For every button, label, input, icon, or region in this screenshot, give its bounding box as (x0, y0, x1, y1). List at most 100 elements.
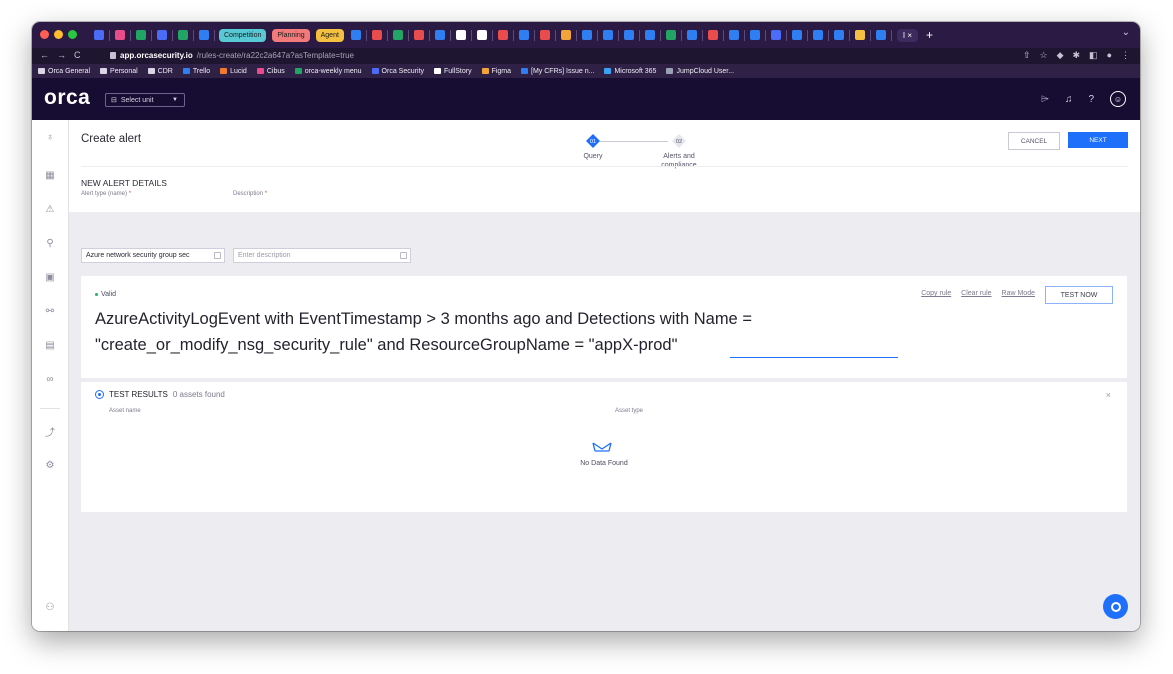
browser-tab[interactable] (347, 26, 365, 44)
active-tab[interactable]: I × (896, 28, 919, 42)
browser-tab[interactable] (174, 26, 192, 44)
extension-icon[interactable]: ◆ (1057, 50, 1064, 61)
browser-tab[interactable] (132, 26, 150, 44)
query-status-text: Valid (101, 291, 117, 298)
user-avatar[interactable]: ☺ (1110, 91, 1126, 107)
browser-tab[interactable] (431, 26, 449, 44)
minimize-window-button[interactable] (54, 30, 63, 39)
bookmark-item[interactable]: [My CFRs] Issue n... (521, 68, 594, 75)
bookmark-item[interactable]: Orca General (38, 68, 90, 75)
settings-gear-icon[interactable]: ⚙ (43, 458, 57, 472)
tab-group-pill[interactable]: Agent (315, 28, 344, 42)
bookmark-star-icon[interactable]: ☆ (1040, 50, 1048, 61)
browser-tab[interactable] (767, 26, 785, 44)
bell-icon[interactable]: ♫ (1065, 94, 1073, 105)
bookmark-item[interactable]: CDR (147, 68, 173, 75)
bookmark-item[interactable]: Cibus (256, 68, 285, 75)
users-icon[interactable]: ⚇ (43, 600, 57, 614)
browser-tab[interactable] (515, 26, 533, 44)
tab-search-icon[interactable]: ⌄ (1122, 27, 1130, 38)
sidepanel-icon[interactable]: ◧ (1089, 50, 1098, 61)
maximize-window-button[interactable] (68, 30, 77, 39)
browser-tab[interactable] (494, 26, 512, 44)
inventory-icon[interactable]: ▣ (43, 270, 57, 284)
raw-mode-link[interactable]: Raw Mode (1002, 290, 1035, 297)
browser-tab[interactable] (872, 26, 890, 44)
tab-separator (151, 29, 152, 41)
clipboard-icon[interactable]: ▤ (43, 338, 57, 352)
browser-tab[interactable] (788, 26, 806, 44)
step-alerts-compliance[interactable]: 02 Alerts and compliance (653, 134, 705, 170)
menu-icon[interactable]: ⋮ (1121, 50, 1130, 61)
bookmark-item[interactable]: FullStory (433, 68, 472, 75)
reload-icon[interactable]: C (74, 50, 81, 60)
search-icon[interactable]: ⚲ (43, 236, 57, 250)
step-query[interactable]: 01 Query (580, 134, 606, 161)
browser-tab[interactable] (368, 26, 386, 44)
close-window-button[interactable] (40, 30, 49, 39)
browser-tab[interactable] (578, 26, 596, 44)
alert-type-input[interactable]: Azure network security group sec (81, 248, 225, 263)
forward-icon[interactable]: → (57, 50, 66, 60)
description-input[interactable]: Enter description (233, 248, 411, 263)
tab-group-pill[interactable]: Competition (219, 28, 267, 42)
tab-favicon-icon (791, 30, 802, 40)
browser-tab[interactable] (452, 26, 470, 44)
help-icon[interactable]: ? (1088, 94, 1094, 105)
share-icon[interactable]: ⇧ (1023, 50, 1031, 61)
browser-tab[interactable] (153, 26, 171, 44)
bookmark-item[interactable]: Lucid (220, 68, 247, 75)
bookmark-item[interactable]: Personal (100, 68, 138, 75)
bookmark-item[interactable]: Microsoft 365 (604, 68, 656, 75)
browser-tab[interactable] (746, 26, 764, 44)
browser-tab[interactable] (557, 26, 575, 44)
query-input[interactable]: AzureActivityLogEvent with EventTimestam… (95, 306, 955, 358)
link-icon[interactable]: ∞ (43, 372, 57, 386)
megaphone-icon[interactable]: ⌲ (1041, 94, 1049, 105)
bookmark-item[interactable]: orca-weekly menu (294, 68, 362, 75)
browser-tab[interactable] (536, 26, 554, 44)
browser-tab[interactable] (389, 26, 407, 44)
browser-tab[interactable] (410, 26, 428, 44)
browser-tab[interactable] (90, 26, 108, 44)
tab-group-pill[interactable]: Planning (272, 28, 310, 42)
browser-tab[interactable] (809, 26, 827, 44)
shield-home-icon[interactable]: ♁ (43, 130, 57, 144)
bookmark-item[interactable]: JumpCloud User... (666, 68, 734, 75)
test-now-button[interactable]: TEST NOW (1045, 286, 1113, 304)
browser-tab[interactable] (662, 26, 680, 44)
bookmark-item[interactable]: Orca Security (371, 68, 424, 75)
bookmark-item[interactable]: Trello (182, 68, 210, 75)
select-unit-dropdown[interactable]: ⊟ Select unit ▼ (105, 93, 185, 107)
tab-favicon-icon (413, 30, 424, 40)
cancel-button[interactable]: CANCEL (1008, 132, 1060, 150)
alert-triangle-icon[interactable]: ⚠ (43, 202, 57, 216)
browser-tab[interactable] (599, 26, 617, 44)
orca-logo[interactable]: orca (44, 86, 90, 110)
extensions-puzzle-icon[interactable]: ✱ (1073, 50, 1081, 61)
browser-tab[interactable] (641, 26, 659, 44)
dashboard-icon[interactable]: ▦ (43, 168, 57, 182)
close-icon[interactable]: × (1106, 390, 1111, 400)
next-button[interactable]: NEXT (1068, 132, 1128, 148)
tab-favicon-icon (581, 30, 592, 40)
browser-tab[interactable] (704, 26, 722, 44)
browser-tab[interactable] (111, 26, 129, 44)
new-tab-button[interactable]: + (926, 28, 933, 42)
back-icon[interactable]: ← (40, 50, 49, 60)
browser-tab[interactable] (830, 26, 848, 44)
browser-tab[interactable] (725, 26, 743, 44)
copy-rule-link[interactable]: Copy rule (921, 290, 951, 297)
graph-icon[interactable]: ⚯ (43, 304, 57, 318)
clear-rule-link[interactable]: Clear rule (961, 290, 991, 297)
browser-tab[interactable] (620, 26, 638, 44)
url-field[interactable]: app.orcasecurity.io/rules-create/ra22c2a… (110, 51, 354, 60)
browser-tab[interactable] (473, 26, 491, 44)
integrations-icon[interactable]: ⤴ (43, 424, 57, 439)
chat-support-button[interactable] (1103, 594, 1128, 619)
browser-tab[interactable] (195, 26, 213, 44)
browser-tab[interactable] (851, 26, 869, 44)
bookmark-item[interactable]: Figma (481, 68, 511, 75)
browser-tab[interactable] (683, 26, 701, 44)
profile-icon[interactable]: ● (1107, 50, 1112, 61)
